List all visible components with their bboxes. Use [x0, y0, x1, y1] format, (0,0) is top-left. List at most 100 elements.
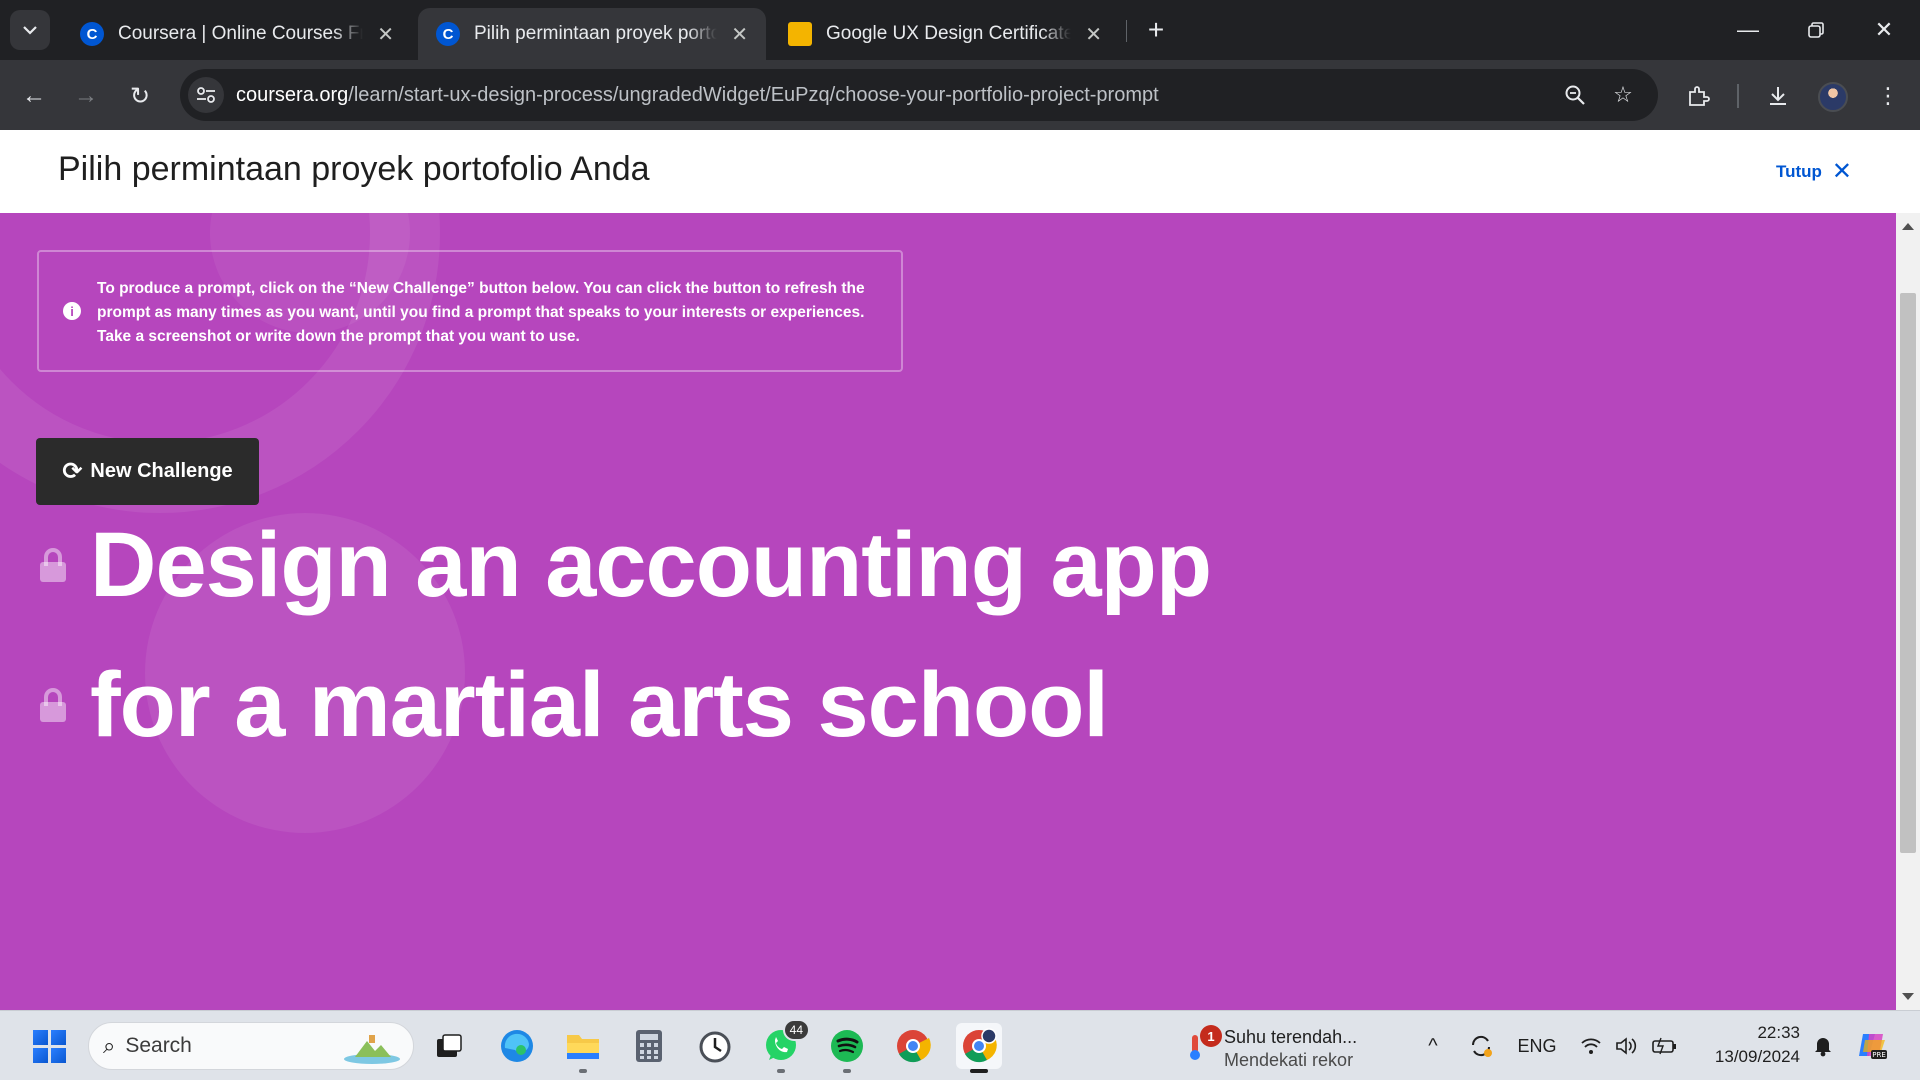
prompt-generator-widget: i To produce a prompt, click on the “New…: [0, 213, 1896, 1010]
page-title: Pilih permintaan proyek portofolio Anda: [58, 150, 650, 188]
close-icon[interactable]: ✕: [1085, 22, 1102, 47]
taskbar-clock-app[interactable]: [692, 1023, 738, 1069]
taskbar-whatsapp[interactable]: 44: [758, 1019, 810, 1073]
clock-date: 13/09/2024: [1714, 1047, 1800, 1066]
close-icon: ✕: [1874, 17, 1894, 42]
reload-icon: ↻: [129, 82, 151, 110]
unlock-icon[interactable]: [38, 687, 68, 724]
forward-button[interactable]: →: [66, 76, 106, 116]
taskbar-edge[interactable]: [494, 1023, 540, 1069]
language-indicator[interactable]: ENG: [1512, 1031, 1562, 1061]
coursera-icon: C: [80, 22, 104, 46]
system-clock[interactable]: 22:33 13/09/2024: [1690, 1021, 1800, 1069]
site-info-button[interactable]: [188, 77, 224, 113]
arrow-left-icon: ←: [22, 82, 46, 109]
tab-search-button[interactable]: [10, 10, 50, 50]
extensions-icon[interactable]: [1682, 80, 1714, 112]
tab-google-slides[interactable]: Google UX Design Certificate - Slides ✕: [770, 8, 1120, 60]
scroll-down-icon[interactable]: [1902, 993, 1914, 1000]
clock-time: 22:33: [1757, 1023, 1800, 1042]
tab-portfolio-prompt[interactable]: C Pilih permintaan proyek portofolio And…: [418, 8, 766, 60]
weather-widget[interactable]: 1 Suhu terendah... Mendekati rekor: [1180, 1021, 1380, 1071]
taskbar-spotify[interactable]: [824, 1023, 870, 1073]
coursera-icon: C: [436, 22, 460, 46]
more-menu-icon[interactable]: ⋮: [1872, 80, 1904, 112]
restore-button[interactable]: [1782, 0, 1850, 60]
tab-title: Google UX Design Certificate - Slides: [826, 23, 1072, 44]
close-icon[interactable]: ✕: [731, 22, 748, 47]
minimize-icon: —: [1737, 17, 1759, 42]
scrollbar-thumb[interactable]: [1900, 293, 1916, 853]
toolbar-divider: [1737, 84, 1739, 108]
window-close-button[interactable]: ✕: [1850, 0, 1918, 60]
notification-bell-icon[interactable]: [1808, 1031, 1838, 1061]
minimize-button[interactable]: —: [1714, 0, 1782, 60]
tune-icon: [197, 87, 215, 103]
alarm-clock-icon: [699, 1031, 731, 1063]
chevron-up-icon: ^: [1428, 1034, 1438, 1057]
taskbar-file-explorer[interactable]: [560, 1023, 606, 1073]
close-icon[interactable]: ✕: [377, 22, 394, 47]
prompt-text: for a martial arts school: [90, 654, 1109, 756]
search-icon: ⌕: [103, 1033, 116, 1058]
folder-icon: [567, 1035, 599, 1059]
windows-taskbar: ⌕ Search 44 1 Suhu terendah... Mendekati…: [0, 1010, 1920, 1080]
copilot-icon[interactable]: PRE: [1852, 1025, 1892, 1065]
weather-alert-badge: 1: [1200, 1025, 1222, 1047]
weather-subtitle: Mendekati rekor: [1224, 1050, 1354, 1070]
new-challenge-button[interactable]: ⟳ New Challenge: [36, 438, 259, 505]
volume-icon[interactable]: [1612, 1031, 1642, 1061]
chrome-icon: [897, 1030, 931, 1063]
unlock-icon[interactable]: [38, 547, 68, 584]
browser-toolbar: ← → ↻ coursera.org/learn/start-ux-design…: [0, 60, 1920, 130]
instructions-box: i To produce a prompt, click on the “New…: [37, 250, 903, 372]
back-button[interactable]: ←: [14, 76, 54, 116]
show-hidden-icons-button[interactable]: ^: [1418, 1031, 1448, 1061]
weather-title: Suhu terendah...: [1224, 1027, 1358, 1047]
wifi-icon[interactable]: [1576, 1031, 1606, 1061]
browser-tab-bar: C Coursera | Online Courses From Top Uni…: [0, 0, 1920, 60]
running-indicator: [970, 1069, 988, 1073]
profile-avatar[interactable]: [1818, 82, 1848, 112]
windows-icon: [32, 1029, 66, 1063]
task-view-icon: [437, 1034, 462, 1057]
address-bar[interactable]: coursera.org/learn/start-ux-design-proce…: [180, 69, 1658, 121]
url-path: /learn/start-ux-design-process/ungradedW…: [348, 83, 1159, 106]
plus-icon: +: [1147, 14, 1165, 45]
bookmark-star-icon[interactable]: ☆: [1610, 82, 1636, 108]
new-challenge-label: New Challenge: [90, 460, 233, 482]
prompt-text: Design an accounting app: [90, 514, 1212, 616]
taskbar-chrome[interactable]: [890, 1023, 936, 1069]
refresh-icon: ⟳: [62, 458, 83, 485]
zoom-icon[interactable]: [1562, 82, 1588, 108]
url-host: coursera.org: [236, 83, 349, 106]
reload-button[interactable]: ↻: [120, 76, 160, 116]
spotify-icon: [831, 1030, 863, 1062]
taskbar-search[interactable]: ⌕ Search: [88, 1022, 414, 1070]
new-tab-button[interactable]: +: [1140, 14, 1172, 46]
close-link-label: Tutup: [1775, 162, 1822, 181]
battery-icon[interactable]: [1648, 1031, 1682, 1061]
taskbar-calculator[interactable]: [626, 1023, 672, 1069]
start-button[interactable]: [26, 1023, 72, 1069]
close-link[interactable]: Tutup ✕: [1776, 160, 1852, 184]
notification-badge: 44: [782, 1019, 810, 1041]
svg-text:PRE: PRE: [1872, 1051, 1886, 1059]
scroll-up-icon[interactable]: [1902, 223, 1914, 230]
running-indicator: [579, 1069, 587, 1073]
download-icon[interactable]: [1762, 80, 1794, 112]
tab-divider: [1126, 20, 1127, 42]
tab-coursera-home[interactable]: C Coursera | Online Courses From Top Uni…: [62, 8, 412, 60]
search-placeholder: Search: [125, 1034, 192, 1057]
chevron-down-icon: [23, 26, 37, 35]
calculator-icon: [636, 1030, 662, 1062]
taskbar-chrome-profile[interactable]: [956, 1023, 1002, 1073]
info-icon: i: [63, 302, 81, 320]
tab-title: Coursera | Online Courses From Top Unive…: [118, 23, 364, 44]
search-highlight-icon: [344, 1035, 400, 1064]
url-text[interactable]: coursera.org/learn/start-ux-design-proce…: [236, 84, 1159, 107]
page-scrollbar[interactable]: [1896, 213, 1920, 1010]
page-header: Pilih permintaan proyek portofolio Anda …: [0, 130, 1920, 213]
taskbar-task-view[interactable]: [426, 1023, 472, 1069]
sync-icon[interactable]: [1464, 1031, 1498, 1061]
